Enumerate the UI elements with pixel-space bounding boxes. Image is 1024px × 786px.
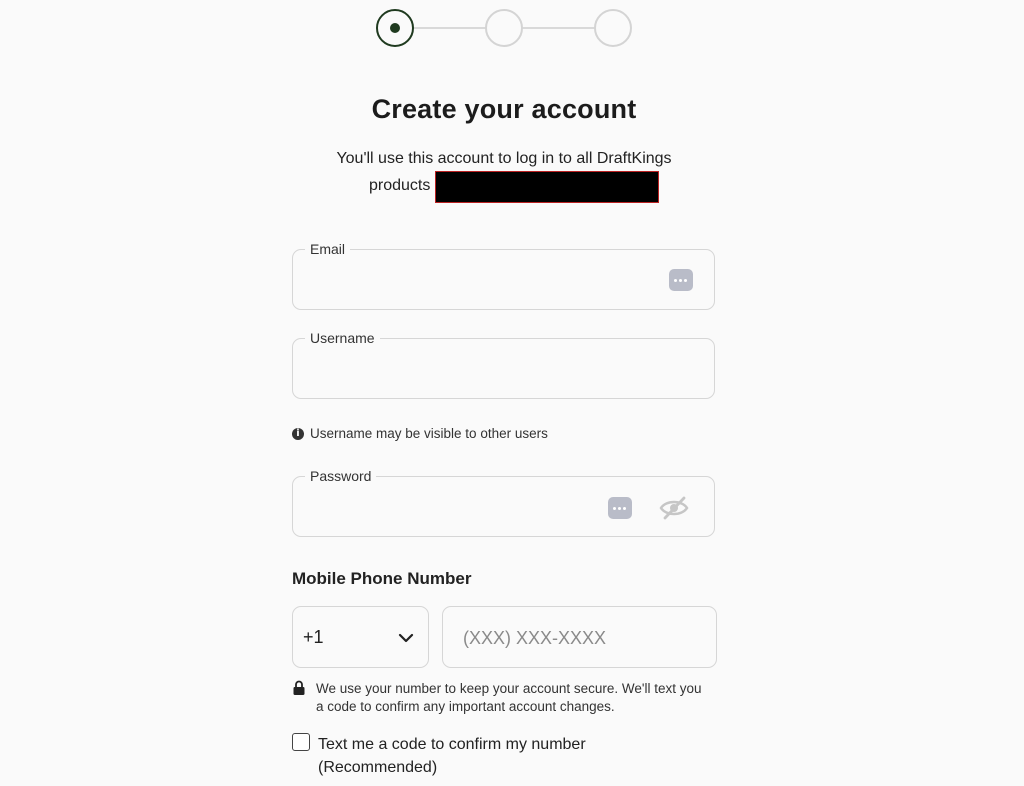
password-label: Password xyxy=(305,468,377,484)
username-hint-text: Username may be visible to other users xyxy=(310,426,548,441)
username-field[interactable]: Username xyxy=(292,330,715,399)
username-label: Username xyxy=(305,330,380,346)
email-field[interactable]: Email xyxy=(292,241,715,310)
country-code-value: +1 xyxy=(303,627,324,647)
username-input[interactable] xyxy=(309,361,613,381)
chevron-down-icon xyxy=(398,633,414,643)
phone-security-text: We use your number to keep your account … xyxy=(316,681,702,714)
phone-number-field[interactable] xyxy=(442,606,717,668)
active-step-dot xyxy=(390,23,400,33)
subtitle-line-2: products xyxy=(369,177,431,194)
page-title: Create your account xyxy=(371,94,637,124)
step-1-active xyxy=(376,9,414,47)
country-code-select[interactable]: +1 xyxy=(292,606,429,668)
email-label: Email xyxy=(305,241,351,257)
phone-number-input[interactable] xyxy=(461,627,705,650)
password-manager-icon[interactable] xyxy=(608,497,632,519)
password-manager-icon[interactable] xyxy=(669,269,693,291)
phone-security-note: We use your number to keep your account … xyxy=(292,680,712,716)
step-2 xyxy=(485,9,523,47)
phone-section-title: Mobile Phone Number xyxy=(292,569,472,588)
stepper-connector xyxy=(413,27,486,29)
text-code-checkbox[interactable] xyxy=(292,733,310,751)
lock-icon xyxy=(293,680,305,695)
text-code-checkbox-label[interactable]: Text me a code to confirm my number (Rec… xyxy=(318,733,698,779)
password-field[interactable]: Password xyxy=(292,468,715,537)
username-hint: i Username may be visible to other users xyxy=(292,426,548,441)
info-icon: i xyxy=(292,427,304,440)
create-account-page: Create your account You'll use this acco… xyxy=(0,0,1024,786)
eye-slash-icon[interactable] xyxy=(659,496,689,520)
step-3 xyxy=(594,9,632,47)
stepper-connector xyxy=(522,27,595,29)
subtitle-line-1: You'll use this account to log in to all… xyxy=(336,150,672,167)
password-input[interactable] xyxy=(309,499,613,519)
progress-stepper xyxy=(376,9,634,47)
redacted-block xyxy=(435,171,659,203)
email-input[interactable] xyxy=(309,272,613,292)
